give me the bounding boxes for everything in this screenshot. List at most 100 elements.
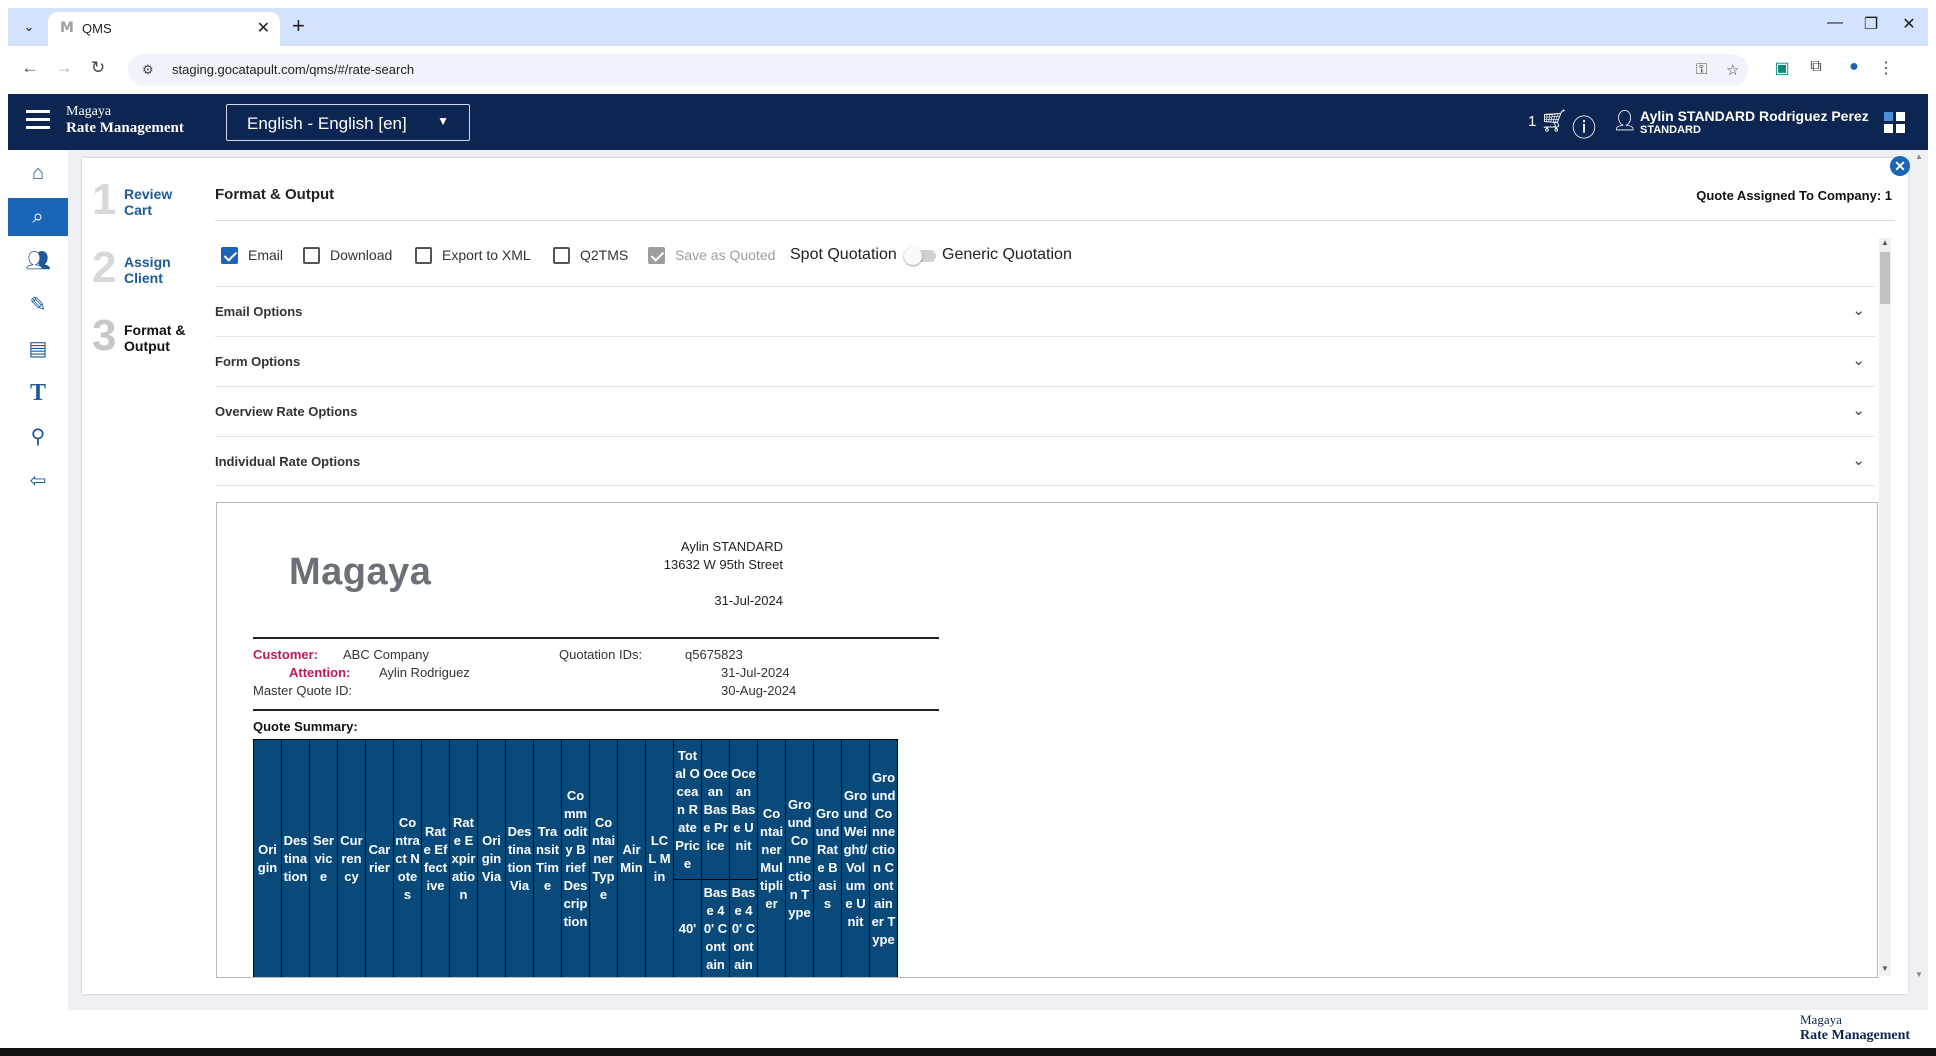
download-checkbox[interactable] bbox=[303, 247, 320, 264]
gmail-favicon-icon: M bbox=[60, 20, 74, 36]
accordion-title[interactable]: Overview Rate Options bbox=[215, 404, 357, 419]
header-container-type: Container Type bbox=[589, 739, 618, 977]
apps-grid-icon[interactable] bbox=[1884, 112, 1906, 134]
user-icon[interactable]: 👤︎ bbox=[1612, 108, 1637, 133]
profile-icon[interactable]: ● bbox=[1842, 58, 1866, 76]
tab-close-icon[interactable]: ✕ bbox=[257, 18, 270, 38]
email-label[interactable]: Email bbox=[248, 247, 283, 263]
header-service: Service bbox=[309, 739, 338, 977]
scroll-up-icon[interactable]: ▲ bbox=[1881, 238, 1889, 247]
chevron-down-icon[interactable]: ⌄ bbox=[1852, 451, 1865, 469]
master-quote-label: Master Quote ID: bbox=[253, 683, 352, 698]
contacts-icon[interactable]: 👥︎ bbox=[8, 242, 68, 280]
text-t-icon[interactable]: T bbox=[8, 374, 68, 412]
app-brand: Magaya Rate Management bbox=[66, 104, 184, 136]
minimize-icon[interactable]: — bbox=[1820, 14, 1850, 32]
scroll-up-icon[interactable]: ▲ bbox=[1915, 152, 1923, 161]
footer-brand: Magaya Rate Management bbox=[1800, 1012, 1910, 1044]
forward-icon[interactable]: → bbox=[52, 58, 76, 78]
browser-tab[interactable]: M QMS ✕ bbox=[48, 12, 280, 46]
restore-icon[interactable]: ❐ bbox=[1856, 14, 1886, 34]
extension-icon[interactable]: ▣ bbox=[1770, 58, 1794, 78]
home-icon[interactable]: ⌂ bbox=[8, 154, 68, 192]
accordion-title[interactable]: Form Options bbox=[215, 354, 300, 369]
export-xml-label[interactable]: Export to XML bbox=[442, 247, 531, 263]
search-icon[interactable]: ⌕ bbox=[8, 198, 78, 236]
step-format-output[interactable]: 3 Format & Output bbox=[92, 314, 192, 374]
url-text[interactable]: staging.gocatapult.com/qms/#/rate-search bbox=[172, 62, 414, 77]
header-currency: Currency bbox=[337, 739, 366, 977]
save-as-quoted-label: Save as Quoted bbox=[675, 247, 776, 263]
user-role: STANDARD bbox=[1640, 124, 1701, 136]
close-panel-icon[interactable]: ✕ bbox=[1890, 156, 1910, 176]
customer-value: ABC Company bbox=[343, 647, 429, 662]
step-label[interactable]: Assign Client bbox=[124, 254, 184, 286]
brand-line2: Rate Management bbox=[66, 120, 184, 136]
password-key-icon[interactable]: ⚿ bbox=[1696, 61, 1707, 78]
accordion-title[interactable]: Email Options bbox=[215, 304, 302, 319]
step-label[interactable]: Format & Output bbox=[124, 322, 188, 354]
export-xml-checkbox[interactable] bbox=[415, 247, 432, 264]
step-review-cart[interactable]: 1 Review Cart bbox=[92, 178, 192, 238]
header-total-ocean-rate: Total Ocean Rate Price bbox=[673, 739, 702, 880]
subheader-base-40-price: Base 40' Contain bbox=[701, 879, 730, 977]
accordion-overview-rate-options[interactable]: Overview Rate Options ⌄ bbox=[215, 386, 1875, 436]
generic-quotation-label[interactable]: Generic Quotation bbox=[942, 246, 1072, 264]
accordion-title[interactable]: Individual Rate Options bbox=[215, 454, 360, 469]
accordion-email-options[interactable]: Email Options ⌄ bbox=[215, 286, 1875, 336]
chevron-down-icon[interactable]: ⌄ bbox=[1852, 301, 1865, 319]
header-destination: Destination bbox=[281, 739, 310, 977]
messages-icon[interactable]: ▤ bbox=[8, 330, 68, 368]
network-icon[interactable]: ⚲ bbox=[8, 418, 68, 456]
sidebar: ⌂ ⌕ 👥︎ ✎ ▤ T ⚲ ⇦ bbox=[8, 150, 78, 1050]
header-ground-container-type: Ground Connection Container Type bbox=[869, 739, 898, 977]
page-scrollbar[interactable]: ▲ ▼ bbox=[1915, 152, 1925, 982]
scroll-down-icon[interactable]: ▼ bbox=[1915, 970, 1923, 979]
window-close-icon[interactable]: ✕ bbox=[1894, 14, 1924, 34]
language-value: English - English [en] bbox=[247, 114, 407, 133]
header-ground-rate-basis: Ground Rate Basis bbox=[813, 739, 842, 977]
scroll-down-icon[interactable]: ▼ bbox=[1881, 964, 1889, 973]
step-label[interactable]: Review Cart bbox=[124, 186, 184, 218]
q2tms-checkbox[interactable] bbox=[553, 247, 570, 264]
reload-icon[interactable]: ↻ bbox=[86, 58, 110, 78]
sender-name: Aylin STANDARD bbox=[680, 539, 783, 554]
header-lcl-min: LCL Min bbox=[645, 739, 674, 977]
hamburger-menu-icon[interactable] bbox=[26, 110, 50, 130]
user-name[interactable]: Aylin STANDARD Rodriguez Perez bbox=[1640, 108, 1869, 124]
options-scrollbar[interactable]: ▲ ▼ bbox=[1879, 238, 1891, 976]
chevron-down-icon[interactable]: ⌄ bbox=[1852, 351, 1865, 369]
quotation-type-toggle[interactable] bbox=[904, 247, 936, 265]
extensions-puzzle-icon[interactable]: ⧉ bbox=[1804, 58, 1828, 76]
email-checkbox[interactable] bbox=[221, 247, 238, 264]
scroll-thumb[interactable] bbox=[1880, 252, 1890, 304]
logout-icon[interactable]: ⇦ bbox=[8, 462, 68, 500]
back-icon[interactable]: ← bbox=[18, 58, 42, 78]
browser-menu-icon[interactable]: ⋮ bbox=[1874, 58, 1898, 78]
q2tms-label[interactable]: Q2TMS bbox=[580, 247, 628, 263]
tab-search-chevron-icon[interactable]: ⌄ bbox=[18, 16, 40, 38]
expiry-date: 30-Aug-2024 bbox=[721, 683, 797, 698]
help-icon[interactable]: ⓘ bbox=[1572, 108, 1596, 143]
header-container-multiplier: Container Multiplier bbox=[757, 739, 786, 977]
browser-toolbar: ← → ↻ ⚙ staging.gocatapult.com/qms/#/rat… bbox=[8, 46, 1928, 94]
chevron-down-icon[interactable]: ⌄ bbox=[1852, 401, 1865, 419]
download-label[interactable]: Download bbox=[330, 247, 392, 263]
tab-title: QMS bbox=[82, 21, 112, 36]
edit-document-icon[interactable]: ✎ bbox=[8, 286, 68, 324]
customer-label: Customer: bbox=[253, 647, 319, 662]
step-assign-client[interactable]: 2 Assign Client bbox=[92, 246, 192, 306]
address-bar[interactable]: ⚙ staging.gocatapult.com/qms/#/rate-sear… bbox=[128, 54, 1748, 86]
new-tab-icon[interactable]: + bbox=[292, 13, 305, 39]
spot-quotation-label[interactable]: Spot Quotation bbox=[790, 246, 897, 264]
cart-icon[interactable]: 🛒︎ bbox=[1540, 108, 1568, 134]
site-info-icon[interactable]: ⚙ bbox=[142, 62, 154, 78]
language-select[interactable]: English - English [en] ▼ bbox=[226, 104, 470, 141]
brand-line1: Magaya bbox=[66, 104, 112, 119]
quotation-ids-label: Quotation IDs: bbox=[559, 647, 643, 662]
accordion-individual-rate-options[interactable]: Individual Rate Options ⌄ bbox=[215, 436, 1875, 486]
bookmark-star-icon[interactable]: ☆ bbox=[1726, 61, 1739, 79]
accordion-form-options[interactable]: Form Options ⌄ bbox=[215, 336, 1875, 386]
taskbar-edge bbox=[0, 1048, 1936, 1056]
step-number: 1 bbox=[92, 175, 117, 224]
